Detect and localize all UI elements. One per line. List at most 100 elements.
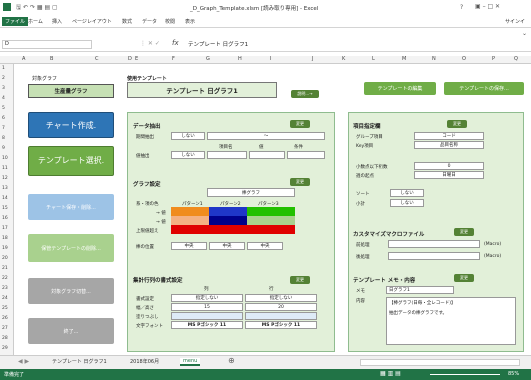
color-swatch-green[interactable] bbox=[247, 207, 295, 216]
tab-formulas[interactable]: 数式 bbox=[122, 18, 132, 25]
sheet-tab-menu[interactable]: menu bbox=[180, 358, 201, 366]
sort-value[interactable]: しない bbox=[390, 189, 424, 197]
window-controls[interactable]: ▣ – □ ✕ bbox=[475, 3, 500, 10]
graph-settings-set-button[interactable]: 変更 bbox=[290, 178, 310, 186]
create-chart-button[interactable]: チャート作成. bbox=[28, 112, 114, 138]
pre-process-value[interactable] bbox=[388, 240, 480, 248]
row-header[interactable]: 27 bbox=[2, 326, 8, 331]
row-header[interactable]: 5 bbox=[2, 106, 5, 111]
formula-input[interactable]: テンプレート 日グラフ1 bbox=[188, 40, 523, 49]
col-header[interactable]: F bbox=[172, 56, 175, 62]
period-extract-value[interactable]: しない bbox=[171, 132, 205, 140]
formula-icons[interactable]: ⋮ ✕ ✓ bbox=[140, 40, 160, 47]
format-setting-row[interactable]: 指定しない bbox=[245, 294, 317, 302]
exit-button[interactable]: 終了... bbox=[28, 318, 114, 344]
tab-review[interactable]: 校閲 bbox=[165, 18, 175, 25]
fill-col[interactable] bbox=[171, 312, 243, 320]
name-box[interactable]: D bbox=[2, 40, 92, 49]
memo-value[interactable]: 日グラフ1 bbox=[386, 286, 454, 294]
width-value[interactable]: 15 bbox=[171, 303, 243, 311]
color-swatch-light-green[interactable] bbox=[247, 216, 295, 225]
value-extract-value[interactable]: しない bbox=[171, 151, 205, 159]
col-header[interactable]: N bbox=[432, 56, 436, 62]
tab-home[interactable]: ホーム bbox=[28, 18, 43, 25]
font-row[interactable]: MS Pゴシック 11 bbox=[245, 321, 317, 329]
tab-data[interactable]: データ bbox=[142, 18, 157, 25]
row-header[interactable]: 26 bbox=[2, 316, 8, 321]
row-header[interactable]: 2 bbox=[2, 76, 5, 81]
col-header[interactable]: Q bbox=[514, 56, 518, 62]
edit-template-button[interactable]: テンプレートの編集 bbox=[364, 82, 436, 95]
row-header[interactable]: 9 bbox=[2, 146, 5, 151]
col-header[interactable]: B bbox=[50, 56, 53, 62]
zoom-level[interactable]: 85% bbox=[508, 371, 519, 377]
tab-scroll-icons[interactable]: ◀ ▶ bbox=[18, 358, 29, 365]
items-set-button[interactable]: 変更 bbox=[447, 120, 467, 128]
description-button[interactable]: 説明...→ bbox=[291, 90, 319, 98]
row-header[interactable]: 1 bbox=[2, 66, 5, 71]
value-extract-item[interactable] bbox=[207, 151, 247, 159]
memo-set-button[interactable]: 変更 bbox=[454, 274, 474, 282]
fx-icon[interactable]: fx bbox=[172, 39, 179, 47]
sheet-tab-2018-06[interactable]: 2018年06月 bbox=[130, 358, 159, 365]
delete-stored-template-button[interactable]: 保管テンプレートの削除... bbox=[28, 234, 114, 262]
tab-file[interactable]: ファイル bbox=[2, 17, 29, 26]
add-sheet-icon[interactable]: ⊕ bbox=[228, 356, 235, 365]
decimal-value[interactable]: 0 bbox=[414, 162, 484, 170]
col-header[interactable]: A bbox=[22, 56, 25, 62]
row-header[interactable]: 25 bbox=[2, 306, 8, 311]
col-header[interactable]: I bbox=[270, 56, 271, 62]
row-header[interactable]: 29 bbox=[2, 346, 8, 351]
col-header[interactable]: L bbox=[372, 56, 375, 62]
series-format-set-button[interactable]: 変更 bbox=[290, 276, 310, 284]
key-item-value[interactable]: 品目名称 bbox=[414, 141, 484, 149]
row-header[interactable]: 24 bbox=[2, 296, 8, 301]
signin-link[interactable]: サインイ bbox=[505, 18, 525, 25]
row-header[interactable]: 13 bbox=[2, 186, 8, 191]
macro-set-button[interactable]: 変更 bbox=[454, 228, 474, 236]
row-header[interactable]: 28 bbox=[2, 336, 8, 341]
save-delete-chart-button[interactable]: チャート保存・削除... bbox=[28, 194, 114, 220]
col-header[interactable]: G bbox=[206, 56, 210, 62]
row-header[interactable]: 23 bbox=[2, 286, 8, 291]
value-extract-cond[interactable] bbox=[287, 151, 325, 159]
col-header[interactable]: O bbox=[462, 56, 466, 62]
height-value[interactable]: 20 bbox=[245, 303, 317, 311]
tab-insert[interactable]: 挿入 bbox=[52, 18, 62, 25]
font-col[interactable]: MS Pゴシック 11 bbox=[171, 321, 243, 329]
row-header[interactable]: 12 bbox=[2, 176, 8, 181]
sheet-tab-template[interactable]: テンプレート 日グラフ1 bbox=[52, 358, 107, 365]
view-mode-icons[interactable]: ▦ ▥ ▤ bbox=[380, 370, 401, 377]
row-header[interactable]: 17 bbox=[2, 226, 8, 231]
zoom-slider[interactable] bbox=[430, 374, 500, 375]
tab-view[interactable]: 表示 bbox=[185, 18, 195, 25]
row-header[interactable]: 18 bbox=[2, 236, 8, 241]
color-swatch-orange[interactable] bbox=[171, 207, 209, 216]
bar-position-2[interactable]: 中央 bbox=[209, 242, 245, 250]
save-template-button[interactable]: テンプレートの保存... bbox=[444, 82, 524, 95]
period-range[interactable]: ～ bbox=[207, 132, 325, 140]
col-header[interactable]: P bbox=[492, 56, 495, 62]
color-swatch-red[interactable] bbox=[171, 225, 295, 234]
data-extract-set-button[interactable]: 変更 bbox=[290, 120, 310, 128]
graph-type-value[interactable]: 棒グラフ bbox=[207, 188, 295, 197]
row-header[interactable]: 21 bbox=[2, 266, 8, 271]
row-header[interactable]: 8 bbox=[2, 136, 5, 141]
row-header[interactable]: 19 bbox=[2, 246, 8, 251]
row-header[interactable]: 20 bbox=[2, 256, 8, 261]
row-header[interactable]: 14 bbox=[2, 196, 8, 201]
ribbon-expand-icon[interactable]: ⌄ bbox=[522, 30, 527, 37]
tab-page-layout[interactable]: ページレイアウト bbox=[72, 18, 112, 25]
row-header[interactable]: 22 bbox=[2, 276, 8, 281]
row-header[interactable]: 4 bbox=[2, 96, 5, 101]
row-header[interactable]: 16 bbox=[2, 216, 8, 221]
group-item-value[interactable]: コード bbox=[414, 132, 484, 140]
help-icon[interactable]: ? bbox=[460, 4, 463, 11]
bar-position-3[interactable]: 中央 bbox=[247, 242, 283, 250]
col-header[interactable]: E bbox=[135, 56, 138, 62]
row-header[interactable]: 11 bbox=[2, 166, 8, 171]
color-swatch-light-orange[interactable] bbox=[171, 216, 209, 225]
select-template-button[interactable]: テンプレート選択. bbox=[28, 146, 114, 176]
col-header[interactable]: J bbox=[312, 56, 313, 62]
col-header[interactable]: C bbox=[95, 56, 99, 62]
